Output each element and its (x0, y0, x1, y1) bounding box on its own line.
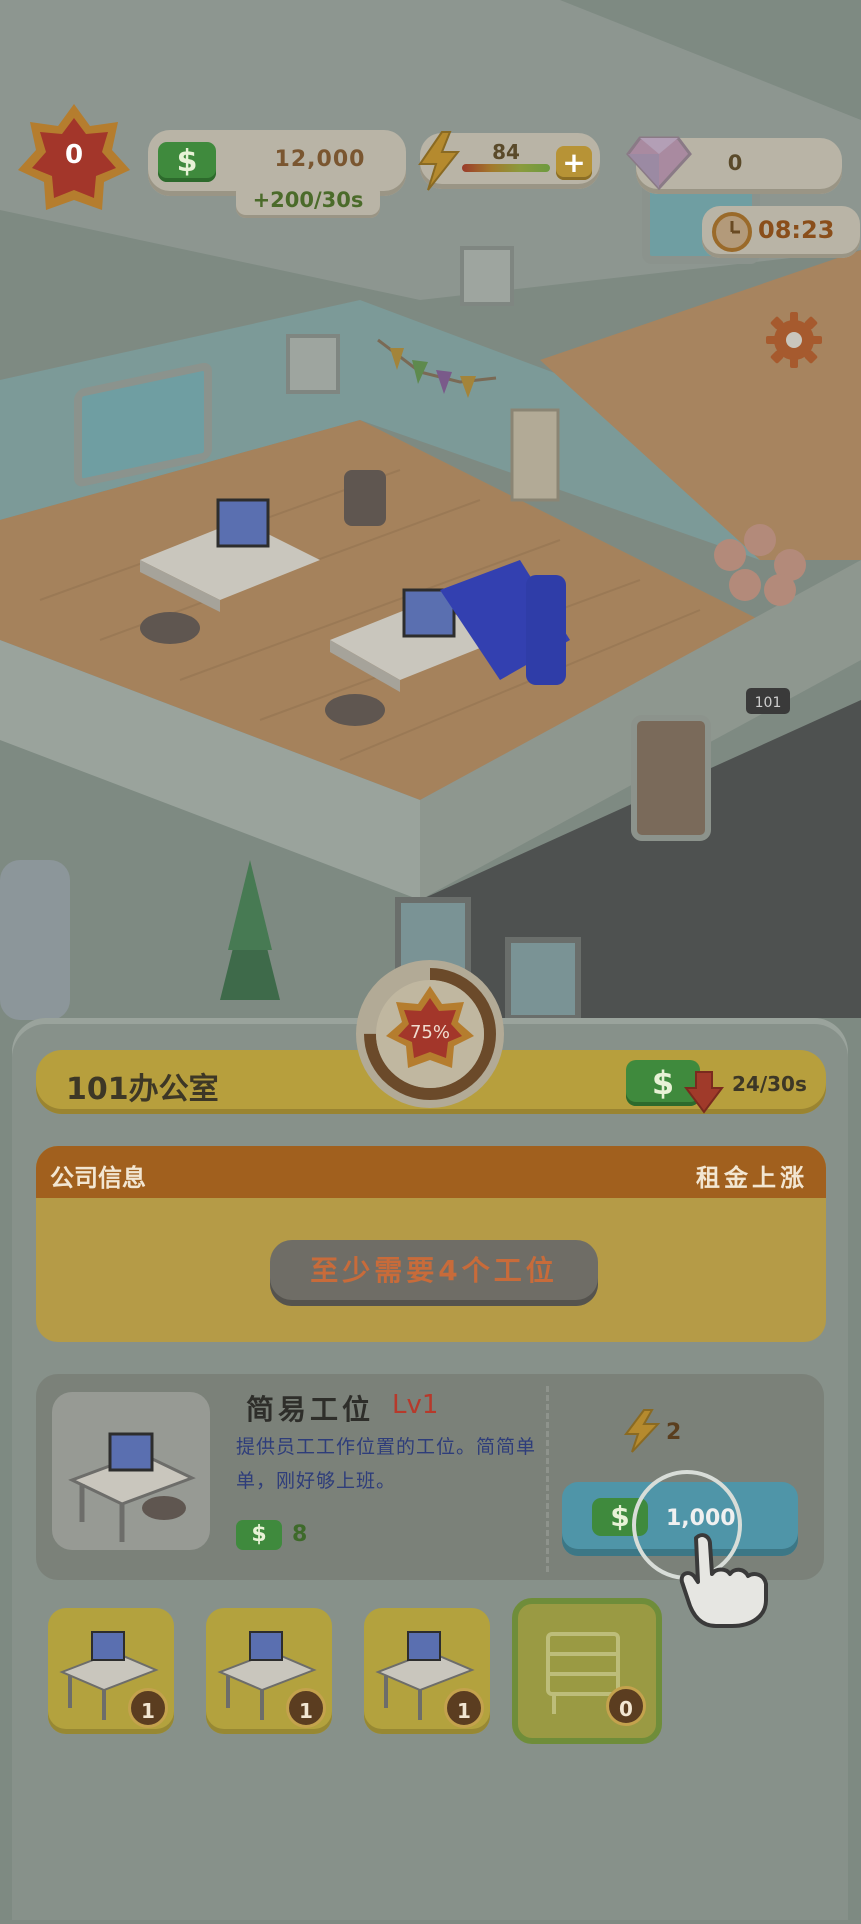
lightning-icon (624, 1409, 661, 1453)
workstation-slot[interactable]: 1 (206, 1608, 332, 1734)
item-income-value: 8 (292, 1522, 308, 1547)
cash-amount: 12,000 (274, 147, 366, 172)
player-level-badge[interactable]: 0 (14, 100, 134, 220)
cabinet-slot[interactable]: 0 (512, 1598, 662, 1744)
rent-rate: 24/30s (732, 1072, 807, 1096)
lightning-icon (418, 131, 461, 191)
desk-icon (68, 1432, 196, 1542)
timer-value: 08:23 (758, 216, 835, 244)
slot-count: 0 (606, 1686, 646, 1726)
energy-value: 84 (492, 140, 520, 164)
clock-icon (712, 212, 752, 252)
office-progress-value: 75% (409, 1022, 450, 1043)
slot-count: 1 (128, 1688, 168, 1728)
cash-icon: $ (158, 142, 216, 182)
slot-count: 1 (286, 1688, 326, 1728)
item-level: Lv1 (392, 1390, 439, 1420)
door-number-plate: 101 (755, 695, 782, 711)
arrow-down-icon (684, 1071, 724, 1114)
player-level: 0 (64, 140, 84, 170)
card-divider (546, 1386, 549, 1572)
workstation-slot[interactable]: 1 (364, 1608, 490, 1734)
energy-cost-value: 2 (666, 1420, 682, 1445)
item-name: 简易工位 (246, 1393, 375, 1426)
energy-bar (462, 164, 550, 172)
rent-increase-label[interactable]: 租金上涨 (696, 1158, 808, 1193)
company-info-title: 公司信息 (50, 1164, 146, 1192)
company-info-header: 公司信息 租金上涨 (36, 1146, 826, 1198)
office-name: 101办公室 (66, 1072, 219, 1107)
workstation-thumbnail (52, 1392, 210, 1550)
slot-count: 1 (444, 1688, 484, 1728)
office-progress-ring: 75% (352, 956, 508, 1112)
gear-icon[interactable] (762, 308, 826, 372)
income-rate: +200/30s (252, 188, 364, 212)
item-description: 提供员工工作位置的工位。简简单单，刚好够上班。 (236, 1436, 537, 1492)
requirement-button[interactable]: 至少需要4个工位 (270, 1240, 598, 1306)
add-energy-button[interactable]: + (556, 146, 592, 180)
gem-count: 0 (727, 151, 743, 175)
diamond-icon (626, 136, 692, 191)
pointing-hand-icon (679, 1533, 768, 1628)
workstation-slot[interactable]: 1 (48, 1608, 174, 1734)
item-income-icon: $ (236, 1520, 282, 1550)
